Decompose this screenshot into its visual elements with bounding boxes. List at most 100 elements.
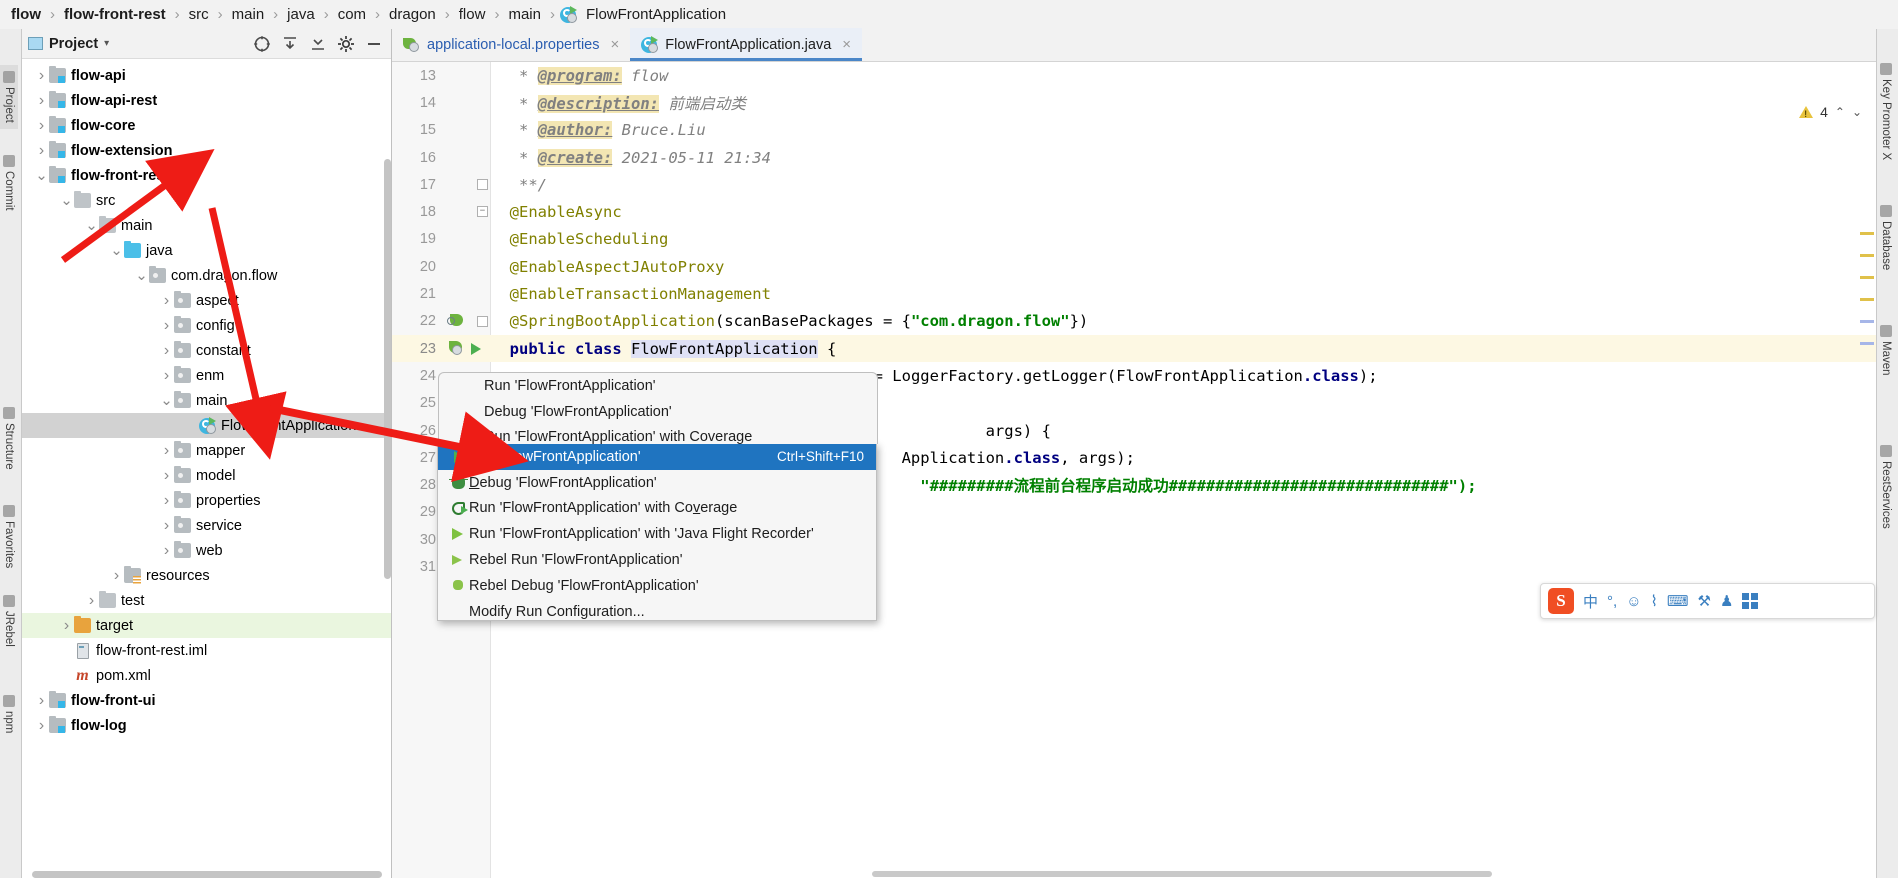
line-number[interactable]: 15 [392,122,440,138]
run-context-menu-upper[interactable]: Run 'FlowFrontApplication' Debug 'FlowFro… [438,372,878,445]
tree-row-flow-api[interactable]: › flow-api [22,63,391,88]
collapse-all-icon[interactable] [279,33,301,55]
menu-item-9[interactable]: Modify Run Configuration... [438,599,876,625]
chevron-right-icon[interactable]: › [84,592,99,608]
fold-start-icon[interactable]: − [477,206,488,218]
tree-row-aspect[interactable]: › aspect [22,288,391,313]
spring-class-icon[interactable] [448,341,464,356]
tree-row-config[interactable]: › config [22,313,391,338]
tree-row-flow-log[interactable]: › flow-log [22,713,391,738]
emoji-icon[interactable]: ☺ [1626,593,1641,610]
rail-button-favorites[interactable]: Favorites [0,499,18,574]
menu-item-5[interactable]: Run 'FlowFrontApplication' with Coverage [438,496,876,522]
tree-row-web[interactable]: › web [22,538,391,563]
tree-row-flow-extension[interactable]: › flow-extension [22,138,391,163]
chevron-right-icon[interactable]: › [34,67,49,83]
line-number[interactable]: 13 [392,68,440,84]
breadcrumb-item-main[interactable]: main [501,0,548,29]
editor-horizontal-scrollbar[interactable] [872,871,1492,877]
tree-row-main[interactable]: ⌄ main [22,213,391,238]
keyboard-icon[interactable]: ⌨ [1667,592,1689,610]
close-icon[interactable]: × [842,36,851,53]
next-problem-icon[interactable]: ⌄ [1852,105,1862,119]
chevron-down-icon[interactable]: ⌄ [134,268,149,283]
chinese-mode-label[interactable]: 中 [1583,591,1598,612]
marker-info[interactable] [1860,342,1874,345]
chevron-right-icon[interactable]: › [59,617,74,633]
breadcrumb-item-main[interactable]: main [225,0,272,29]
chevron-right-icon[interactable]: › [159,467,174,483]
line-number[interactable]: 21 [392,286,440,302]
skin-icon[interactable]: ♟ [1720,592,1733,610]
project-vertical-scrollbar[interactable] [384,159,391,579]
tree-row-java[interactable]: ⌄ java [22,238,391,263]
menu-item-0[interactable]: Run 'FlowFrontApplication' [439,373,877,399]
chevron-right-icon[interactable]: › [159,517,174,533]
tree-row-target[interactable]: › target [22,613,391,638]
line-number[interactable]: 20 [392,259,440,275]
rail-button-structure[interactable]: Structure [0,401,18,476]
rail-button-restservices[interactable]: RestServices [1877,439,1895,535]
chevron-right-icon[interactable]: › [159,492,174,508]
breadcrumb-item-flow[interactable]: flow [4,0,48,29]
rail-button-jrebel[interactable]: JRebel [0,589,18,653]
rail-button-project[interactable]: Project [0,65,18,129]
menu-item-4[interactable]: Debug 'FlowFrontApplication' [438,470,876,496]
inspection-widget[interactable]: 4 ⌃ ⌄ [1799,104,1862,120]
line-number[interactable]: 18 [392,204,440,220]
project-tree[interactable]: › flow-api › flow-api-rest › flow-core › flow-e… [22,59,391,878]
line-number[interactable]: 17 [392,177,440,193]
tree-row-main[interactable]: ⌄ main [22,388,391,413]
hide-panel-icon[interactable] [363,33,385,55]
line-number[interactable]: 16 [392,150,440,166]
chevron-right-icon[interactable]: › [159,342,174,358]
tree-row-src[interactable]: ⌄ src [22,188,391,213]
ime-toolbar[interactable]: S 中 °, ☺ ⌇ ⌨ ⚒ ♟ [1540,583,1875,619]
chevron-down-icon[interactable]: ⌄ [84,218,99,233]
rail-button-maven[interactable]: Maven [1877,319,1895,382]
project-horizontal-scrollbar[interactable] [32,871,382,878]
gutter-icons[interactable] [440,341,491,356]
chevron-down-icon[interactable]: ▾ [104,38,109,49]
line-number[interactable]: 26 [392,423,440,439]
error-stripe-markers[interactable] [1860,232,1874,364]
chevron-right-icon[interactable]: › [159,292,174,308]
tree-row-properties[interactable]: › properties [22,488,391,513]
menu-item-7[interactable]: Rebel Run 'FlowFrontApplication' [438,547,876,573]
chevron-right-icon[interactable]: › [109,567,124,583]
line-number[interactable]: 27 [392,450,440,466]
sogou-logo-icon[interactable]: S [1548,588,1574,614]
line-number[interactable]: 29 [392,504,440,520]
chevron-right-icon[interactable]: › [159,442,174,458]
tree-row-flow-front-rest[interactable]: ⌄ flow-front-rest [22,163,391,188]
tree-row-flow-core[interactable]: › flow-core [22,113,391,138]
rail-button-database[interactable]: Database [1877,199,1895,276]
fold-end-icon[interactable] [477,179,488,191]
tree-row-flow-front-ui[interactable]: › flow-front-ui [22,688,391,713]
chevron-right-icon[interactable]: › [159,367,174,383]
marker-warning[interactable] [1860,276,1874,279]
menu-item-8[interactable]: Rebel Debug 'FlowFrontApplication' [438,573,876,599]
tree-row-com-dragon-flow[interactable]: ⌄ com.dragon.flow [22,263,391,288]
breadcrumb-item-flowfrontapplication[interactable]: FlowFrontApplication [557,0,733,29]
breadcrumb-item-com[interactable]: com [331,0,373,29]
line-number[interactable]: 24 [392,368,440,384]
line-number[interactable]: 31 [392,559,440,575]
rail-button-commit[interactable]: Commit [0,149,18,217]
chevron-right-icon[interactable]: › [34,92,49,108]
tree-row-resources[interactable]: › resources [22,563,391,588]
previous-problem-icon[interactable]: ⌃ [1835,105,1845,119]
tree-row-model[interactable]: › model [22,463,391,488]
tree-row-service[interactable]: › service [22,513,391,538]
chevron-right-icon[interactable]: › [34,692,49,708]
tree-row-test[interactable]: › test [22,588,391,613]
tree-row-pom-xml[interactable]: m pom.xml [22,663,391,688]
chevron-right-icon[interactable]: › [34,142,49,158]
menu-item-2[interactable]: Run 'FlowFrontApplication' with Coverage [439,425,877,451]
breadcrumb-item-flow[interactable]: flow [452,0,493,29]
line-number[interactable]: 23 [392,341,440,357]
rail-button-npm[interactable]: npm [0,689,18,739]
tree-row-mapper[interactable]: › mapper [22,438,391,463]
chevron-down-icon[interactable]: ⌄ [34,168,49,183]
menu-grid-icon[interactable] [1742,593,1759,609]
